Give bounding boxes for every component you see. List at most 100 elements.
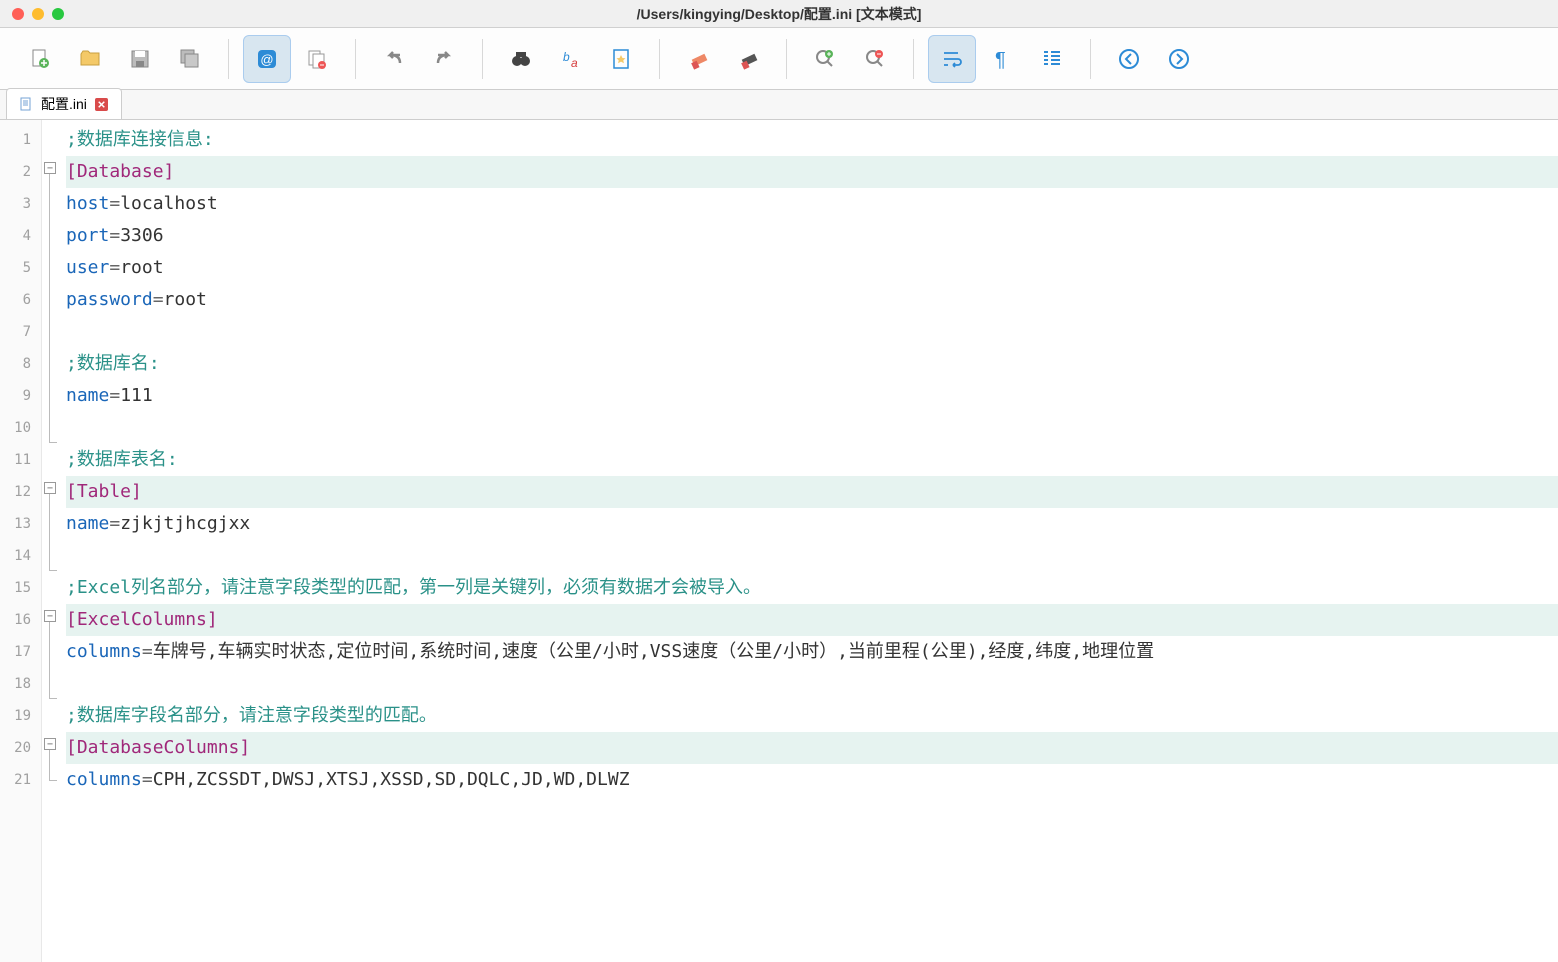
ini-value: localhost (120, 193, 218, 214)
zoom-in-icon (813, 47, 837, 71)
section-header: [Database] (66, 161, 174, 182)
line-number: 16 (0, 604, 41, 636)
redo-icon (432, 47, 456, 71)
line-number: 13 (0, 508, 41, 540)
editor[interactable]: 1 2 3 4 5 6 7 8 9 10 11 12 13 14 15 16 1… (0, 120, 1558, 962)
indent-guide-button[interactable] (1028, 35, 1076, 83)
next-button[interactable] (1155, 35, 1203, 83)
show-paragraph-button[interactable]: ¶ (978, 35, 1026, 83)
bookmark-icon (609, 47, 633, 71)
zoom-in-button[interactable] (801, 35, 849, 83)
minimize-window-button[interactable] (32, 8, 44, 20)
line-number: 1 (0, 124, 41, 156)
save-icon (128, 47, 152, 71)
svg-text:b: b (563, 50, 570, 64)
new-file-button[interactable] (16, 35, 64, 83)
line-number: 9 (0, 380, 41, 412)
copy-button[interactable] (293, 35, 341, 83)
ini-value: 111 (120, 385, 153, 406)
binoculars-icon (509, 47, 533, 71)
new-file-icon (28, 47, 52, 71)
undo-icon (382, 47, 406, 71)
comment: ;数据库字段名部分，请注意字段类型的匹配。 (66, 705, 437, 726)
line-number: 14 (0, 540, 41, 572)
line-number: 19 (0, 700, 41, 732)
file-icon (19, 97, 33, 111)
line-number: 6 (0, 284, 41, 316)
save-button[interactable] (116, 35, 164, 83)
line-number: 21 (0, 764, 41, 796)
find-button[interactable] (497, 35, 545, 83)
file-tab[interactable]: 配置.ini (6, 88, 122, 119)
section-header: [ExcelColumns] (66, 609, 218, 630)
clear-all-button[interactable] (724, 35, 772, 83)
eraser-icon (686, 47, 710, 71)
svg-text:a: a (571, 56, 578, 70)
undo-button[interactable] (370, 35, 418, 83)
ini-key: user (66, 257, 109, 278)
toolbar: @ ba ¶ (0, 28, 1558, 90)
language-mode-button[interactable]: @ (243, 35, 291, 83)
close-window-button[interactable] (12, 8, 24, 20)
fold-column: − − − − (42, 120, 60, 962)
ini-key: password (66, 289, 153, 310)
window-title: /Users/kingying/Desktop/配置.ini [文本模式] (637, 4, 922, 24)
comment: ;数据库名: (66, 353, 160, 374)
save-all-button[interactable] (166, 35, 214, 83)
redo-button[interactable] (420, 35, 468, 83)
zoom-out-button[interactable] (851, 35, 899, 83)
comment: ;Excel列名部分，请注意字段类型的匹配，第一列是关键列，必须有数据才会被导入… (66, 577, 761, 598)
replace-button[interactable]: ba (547, 35, 595, 83)
ini-value: zjkjtjhcgjxx (120, 513, 250, 534)
line-number: 2 (0, 156, 41, 188)
ini-key: columns (66, 769, 142, 790)
line-number: 5 (0, 252, 41, 284)
tab-label: 配置.ini (41, 94, 87, 114)
line-number: 10 (0, 412, 41, 444)
fold-toggle[interactable]: − (44, 482, 56, 494)
line-number: 12 (0, 476, 41, 508)
prev-icon (1117, 47, 1141, 71)
word-wrap-icon (940, 47, 964, 71)
fold-toggle[interactable]: − (44, 738, 56, 750)
ini-key: name (66, 513, 109, 534)
open-folder-icon (78, 47, 102, 71)
line-number: 7 (0, 316, 41, 348)
section-header: [Table] (66, 481, 142, 502)
code-area[interactable]: ;数据库连接信息: [Database] host=localhost port… (60, 120, 1558, 962)
bookmark-button[interactable] (597, 35, 645, 83)
copy-icon (305, 47, 329, 71)
line-number: 17 (0, 636, 41, 668)
zoom-out-icon (863, 47, 887, 71)
close-icon (95, 98, 108, 111)
window-controls (12, 8, 64, 20)
section-header: [DatabaseColumns] (66, 737, 250, 758)
next-icon (1167, 47, 1191, 71)
ini-key: port (66, 225, 109, 246)
ini-key: name (66, 385, 109, 406)
eraser-alt-icon (736, 47, 760, 71)
ini-value: root (120, 257, 163, 278)
line-number: 20 (0, 732, 41, 764)
open-file-button[interactable] (66, 35, 114, 83)
ini-value: CPH,ZCSSDT,DWSJ,XTSJ,XSSD,SD,DQLC,JD,WD,… (153, 769, 630, 790)
clear-highlight-button[interactable] (674, 35, 722, 83)
line-number: 4 (0, 220, 41, 252)
line-number-gutter: 1 2 3 4 5 6 7 8 9 10 11 12 13 14 15 16 1… (0, 120, 42, 962)
fold-toggle[interactable]: − (44, 162, 56, 174)
svg-text:¶: ¶ (995, 49, 1006, 71)
comment: ;数据库连接信息: (66, 129, 214, 150)
word-wrap-button[interactable] (928, 35, 976, 83)
maximize-window-button[interactable] (52, 8, 64, 20)
line-number: 18 (0, 668, 41, 700)
tab-close-button[interactable] (95, 97, 109, 111)
line-number: 8 (0, 348, 41, 380)
tab-bar: 配置.ini (0, 90, 1558, 120)
line-number: 15 (0, 572, 41, 604)
fold-toggle[interactable]: − (44, 610, 56, 622)
prev-button[interactable] (1105, 35, 1153, 83)
titlebar: /Users/kingying/Desktop/配置.ini [文本模式] (0, 0, 1558, 28)
ini-value: root (164, 289, 207, 310)
ini-key: host (66, 193, 109, 214)
language-icon: @ (255, 47, 279, 71)
